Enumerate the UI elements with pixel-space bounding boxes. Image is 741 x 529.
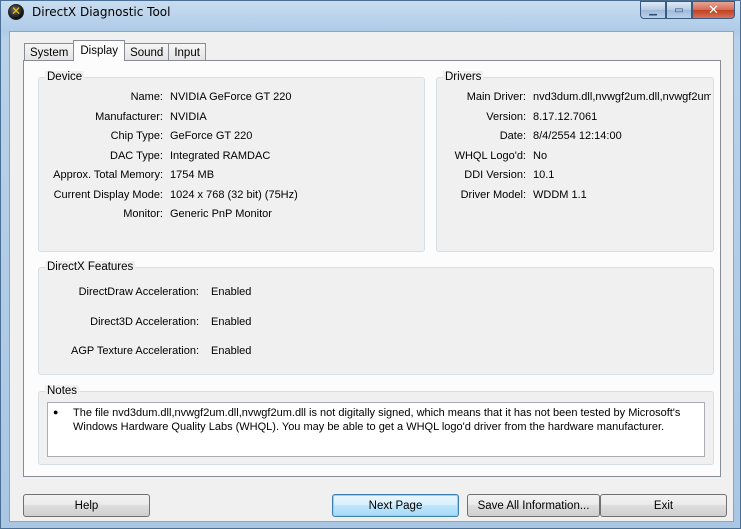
directdraw-value: Enabled <box>211 286 252 298</box>
maximize-button[interactable]: ▭ <box>666 1 692 19</box>
close-button[interactable]: ✕ <box>692 1 735 19</box>
tab-system[interactable]: System <box>24 43 75 61</box>
dac-type-value: Integrated RAMDAC <box>170 150 271 162</box>
memory-label: Approx. Total Memory: <box>53 169 163 181</box>
drivers-group-title: Drivers <box>443 71 484 83</box>
drivers-row-date: Date: 8/4/2554 12:14:00 <box>437 130 711 142</box>
version-value: 8.17.12.7061 <box>533 111 598 123</box>
minimize-icon: ▁ <box>649 4 657 16</box>
direct3d-value: Enabled <box>211 316 252 328</box>
window-title: DirectX Diagnostic Tool <box>32 5 171 19</box>
agp-value: Enabled <box>211 345 252 357</box>
notes-text: The file nvd3dum.dll,nvwgf2um.dll,nvwgf2… <box>73 407 681 433</box>
exit-button[interactable]: Exit <box>600 494 727 517</box>
close-icon: ✕ <box>708 2 719 17</box>
main-driver-label: Main Driver: <box>466 91 526 103</box>
features-group-title: DirectX Features <box>45 261 136 273</box>
device-row-manufacturer: Manufacturer: NVIDIA <box>39 111 207 123</box>
device-row-name: Name: NVIDIA GeForce GT 220 <box>39 91 292 103</box>
monitor-label: Monitor: <box>123 208 163 220</box>
direct3d-label: Direct3D Acceleration: <box>90 316 199 328</box>
drivers-row-whql: WHQL Logo'd: No <box>437 150 711 162</box>
directx-logo-icon: ✕ <box>8 4 24 20</box>
drivers-row-driver-model: Driver Model: WDDM 1.1 <box>437 189 711 201</box>
minimize-button[interactable]: ▁ <box>640 1 666 19</box>
whql-label: WHQL Logo'd: <box>454 150 526 162</box>
ddi-version-label: DDI Version: <box>464 169 526 181</box>
chip-type-value: GeForce GT 220 <box>170 130 253 142</box>
main-driver-value: nvd3dum.dll,nvwgf2um.dll,nvwgf2um <box>533 91 711 103</box>
drivers-group: Drivers Main Driver: nvd3dum.dll,nvwgf2u… <box>436 71 714 252</box>
date-value: 8/4/2554 12:14:00 <box>533 130 622 142</box>
device-name-label: Name: <box>130 91 163 103</box>
maximize-icon: ▭ <box>674 4 684 16</box>
ddi-version-value: 10.1 <box>533 169 555 181</box>
directx-features-group: DirectX Features DirectDraw Acceleration… <box>38 261 714 375</box>
display-mode-label: Current Display Mode: <box>53 189 163 201</box>
help-button[interactable]: Help <box>23 494 150 517</box>
whql-value: No <box>533 150 548 162</box>
dialog-client-area: System Display Sound Input Device Name: … <box>9 31 734 522</box>
caption-buttons: ▁ ▭ ✕ <box>640 1 735 19</box>
device-row-dac-type: DAC Type: Integrated RAMDAC <box>39 150 270 162</box>
device-group-title: Device <box>45 71 85 83</box>
notes-group-title: Notes <box>45 385 80 397</box>
tab-input[interactable]: Input <box>168 43 206 61</box>
feature-row-agp: AGP Texture Acceleration: Enabled <box>39 345 251 357</box>
device-row-chip-type: Chip Type: GeForce GT 220 <box>39 130 253 142</box>
dxdiag-window: ✕ DirectX Diagnostic Tool ▁ ▭ ✕ System D… <box>0 0 741 529</box>
dac-type-label: DAC Type: <box>110 150 163 162</box>
display-mode-value: 1024 x 768 (32 bit) (75Hz) <box>170 189 298 201</box>
title-bar[interactable]: ✕ DirectX Diagnostic Tool ▁ ▭ ✕ <box>1 1 740 23</box>
display-tab-panel: Device Name: NVIDIA GeForce GT 220 Manuf… <box>23 60 721 477</box>
drivers-row-ddi-version: DDI Version: 10.1 <box>437 169 711 181</box>
notes-group: Notes ● The file nvd3dum.dll,nvwgf2um.dl… <box>38 385 714 465</box>
device-name-value: NVIDIA GeForce GT 220 <box>170 91 292 103</box>
version-label: Version: <box>486 111 526 123</box>
device-row-memory: Approx. Total Memory: 1754 MB <box>39 169 214 181</box>
device-row-display-mode: Current Display Mode: 1024 x 768 (32 bit… <box>39 189 298 201</box>
memory-value: 1754 MB <box>170 169 215 181</box>
drivers-row-main-driver: Main Driver: nvd3dum.dll,nvwgf2um.dll,nv… <box>437 91 711 103</box>
feature-row-direct3d: Direct3D Acceleration: Enabled <box>39 316 251 328</box>
chip-type-label: Chip Type: <box>110 130 163 142</box>
agp-label: AGP Texture Acceleration: <box>71 345 199 357</box>
tab-strip: System Display Sound Input <box>24 40 206 61</box>
feature-row-directdraw: DirectDraw Acceleration: Enabled <box>39 286 252 298</box>
device-group: Device Name: NVIDIA GeForce GT 220 Manuf… <box>38 71 425 252</box>
monitor-value: Generic PnP Monitor <box>170 208 272 220</box>
device-row-monitor: Monitor: Generic PnP Monitor <box>39 208 272 220</box>
tab-sound[interactable]: Sound <box>124 43 170 61</box>
bullet-icon: ● <box>53 407 59 417</box>
manufacturer-label: Manufacturer: <box>95 111 163 123</box>
next-page-button[interactable]: Next Page <box>332 494 459 517</box>
notes-list[interactable]: ● The file nvd3dum.dll,nvwgf2um.dll,nvwg… <box>47 402 705 457</box>
drivers-row-version: Version: 8.17.12.7061 <box>437 111 711 123</box>
save-all-information-button[interactable]: Save All Information... <box>467 494 600 517</box>
driver-model-value: WDDM 1.1 <box>533 189 587 201</box>
manufacturer-value: NVIDIA <box>170 111 207 123</box>
directdraw-label: DirectDraw Acceleration: <box>78 286 199 298</box>
date-label: Date: <box>499 130 526 142</box>
driver-model-label: Driver Model: <box>460 189 526 201</box>
tab-display[interactable]: Display <box>73 40 126 61</box>
